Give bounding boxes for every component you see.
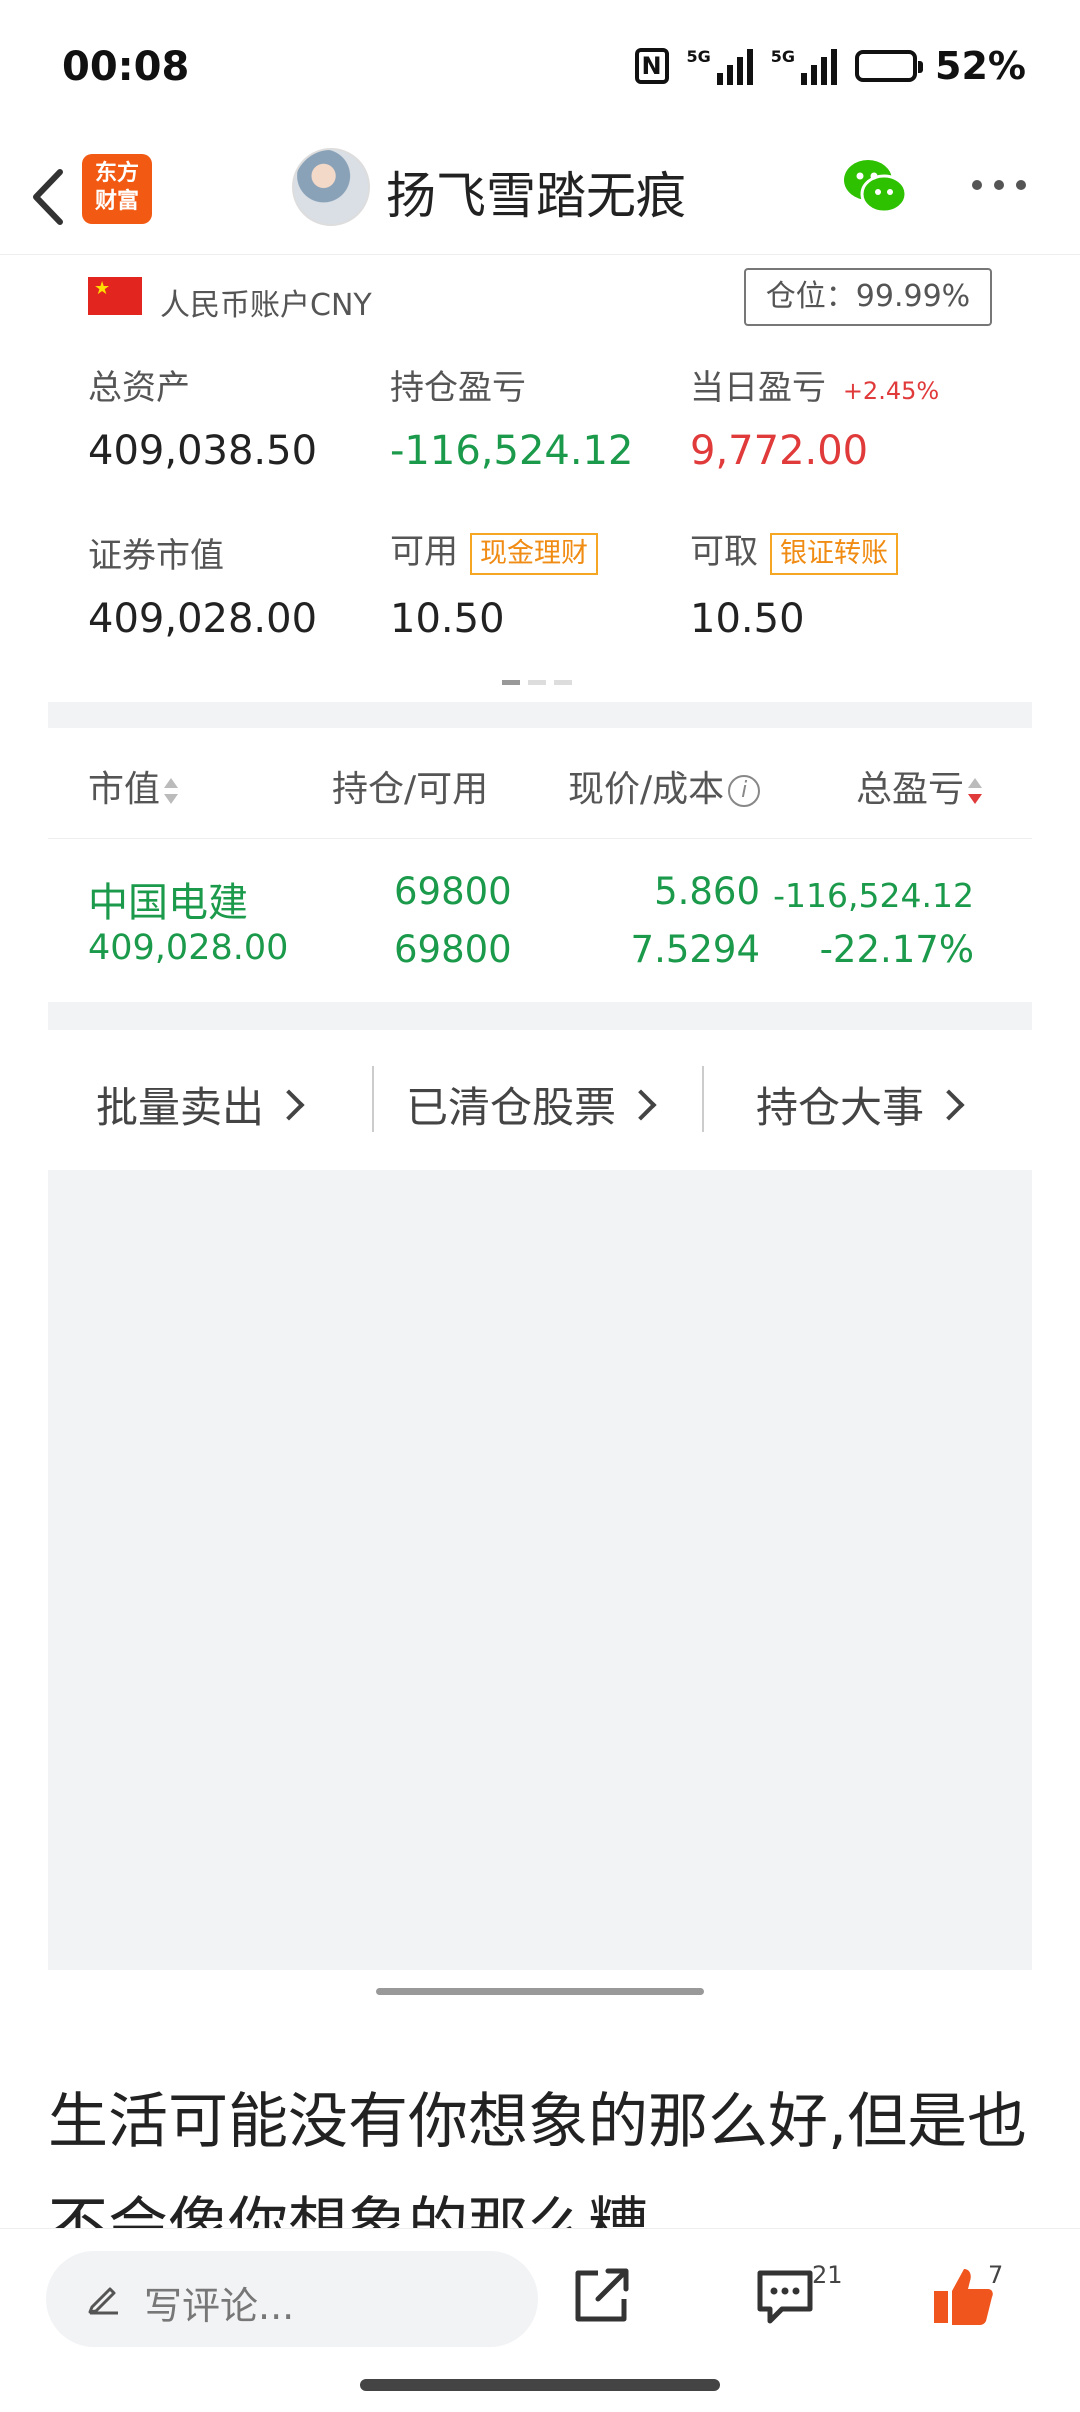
cleared-stocks-label: 已清仓股票	[406, 1083, 617, 1132]
total-assets-value: 409,038.50	[88, 428, 318, 474]
available-label-text: 可用	[390, 532, 458, 572]
section-divider-2	[48, 1002, 1032, 1030]
page-indicator	[502, 680, 572, 685]
section-divider	[48, 702, 1032, 728]
daily-pl-value: 9,772.00	[690, 428, 869, 474]
market-value-value: 409,028.00	[88, 596, 318, 642]
header-divider	[48, 838, 1032, 839]
holding-pl-value: -116,524.12	[390, 428, 634, 474]
home-indicator[interactable]	[360, 2379, 720, 2391]
daily-pl-label-text: 当日盈亏	[690, 368, 826, 408]
withdrawable-value: 10.50	[690, 596, 805, 642]
comment-placeholder: 写评论...	[144, 2284, 295, 2328]
holding-events-button[interactable]: 持仓大事	[756, 1074, 965, 1135]
status-bar: 00:08 N 5G 5G 52%	[0, 0, 1080, 140]
header-price-cost: 现价/成本 i	[568, 760, 761, 812]
comment-icon[interactable]	[752, 2263, 818, 2329]
comment-input[interactable]: 写评论...	[46, 2251, 538, 2347]
header-total-pl[interactable]: 总盈亏	[856, 760, 983, 812]
chevron-right-icon	[625, 1088, 657, 1121]
withdrawable-label-text: 可取	[690, 532, 758, 572]
signal-icon-2: 5G	[770, 47, 838, 85]
stock-holding: 69800	[394, 870, 512, 913]
avatar[interactable]	[292, 148, 370, 226]
chevron-right-icon	[273, 1088, 305, 1121]
holding-pl-label: 持仓盈亏	[390, 368, 526, 408]
stock-price: 5.860	[654, 870, 760, 913]
header-holding: 持仓/可用	[332, 769, 489, 810]
account-label: 人民币账户CNY	[160, 288, 372, 323]
back-arrow-icon[interactable]	[26, 162, 76, 232]
stock-total-pl: -116,524.12	[773, 876, 974, 915]
app-logo[interactable]: 东方 财富	[82, 154, 152, 224]
logo-line-1: 东方	[94, 161, 139, 186]
battery-icon	[855, 50, 924, 82]
sort-icon	[164, 776, 179, 806]
info-icon[interactable]: i	[728, 775, 761, 807]
chevron-right-icon	[933, 1088, 965, 1121]
divider	[702, 1066, 704, 1132]
batch-sell-button[interactable]: 批量卖出	[96, 1074, 305, 1135]
batch-sell-label: 批量卖出	[96, 1083, 265, 1132]
daily-pl-label: 当日盈亏 +2.45%	[690, 360, 939, 409]
daily-pl-percent: +2.45%	[842, 377, 940, 405]
stock-market-value: 409,028.00	[88, 928, 289, 968]
image-placeholder	[48, 1170, 1032, 1970]
scroll-indicator	[376, 1988, 704, 1995]
nav-bar: 东方 财富 扬飞雪踏无痕	[0, 140, 1080, 255]
battery-percent: 52%	[935, 44, 1026, 88]
position-badge: 仓位：99.99%	[744, 268, 992, 326]
network-label-2: 5G	[770, 47, 796, 66]
signal-icon-1: 5G	[687, 47, 753, 85]
stock-name: 中国电建	[88, 880, 248, 926]
available-value: 10.50	[390, 596, 505, 642]
cleared-stocks-button[interactable]: 已清仓股票	[406, 1074, 657, 1135]
status-time: 00:08	[62, 44, 190, 90]
post-text: 生活可能没有你想象的那么好,但是也不会像你想象的那么糟	[48, 2087, 1028, 2230]
like-icon[interactable]	[930, 2263, 996, 2329]
bank-transfer-button[interactable]: 银证转账	[770, 532, 898, 575]
holding-events-label: 持仓大事	[756, 1083, 925, 1132]
like-count: 7	[988, 2261, 1004, 2289]
user-nickname[interactable]: 扬飞雪踏无痕	[386, 156, 686, 228]
share-icon[interactable]	[568, 2263, 634, 2329]
sort-desc-icon	[968, 776, 983, 806]
header-market-value-text: 市值	[88, 769, 161, 810]
header-price-cost-text: 现价/成本	[568, 769, 725, 810]
header-total-pl-text: 总盈亏	[856, 769, 965, 810]
comment-count: 21	[812, 2261, 843, 2289]
divider	[372, 1066, 374, 1132]
header-market-value[interactable]: 市值	[88, 760, 179, 812]
logo-line-2: 财富	[94, 189, 139, 214]
cash-management-button[interactable]: 现金理财	[470, 532, 598, 575]
stock-cost: 7.5294	[630, 928, 760, 971]
withdrawable-label: 可取 银证转账	[690, 524, 898, 575]
china-flag-icon: ★	[88, 277, 142, 315]
bottom-bar: 写评论... 21 7	[0, 2228, 1080, 2412]
market-value-label: 证券市值	[88, 536, 224, 576]
pencil-icon	[88, 2287, 118, 2315]
stock-total-pl-pct: -22.17%	[819, 928, 974, 971]
nfc-icon: N	[634, 48, 669, 84]
network-label-1: 5G	[686, 47, 711, 66]
table-row[interactable]: 中国电建 409,028.00 69800 69800 5.860 7.5294…	[48, 840, 1032, 1002]
total-assets-label: 总资产	[88, 368, 190, 408]
stock-available: 69800	[394, 928, 512, 971]
available-label: 可用 现金理财	[390, 524, 598, 575]
wechat-icon[interactable]	[842, 156, 908, 216]
more-options-icon[interactable]	[972, 180, 1026, 190]
